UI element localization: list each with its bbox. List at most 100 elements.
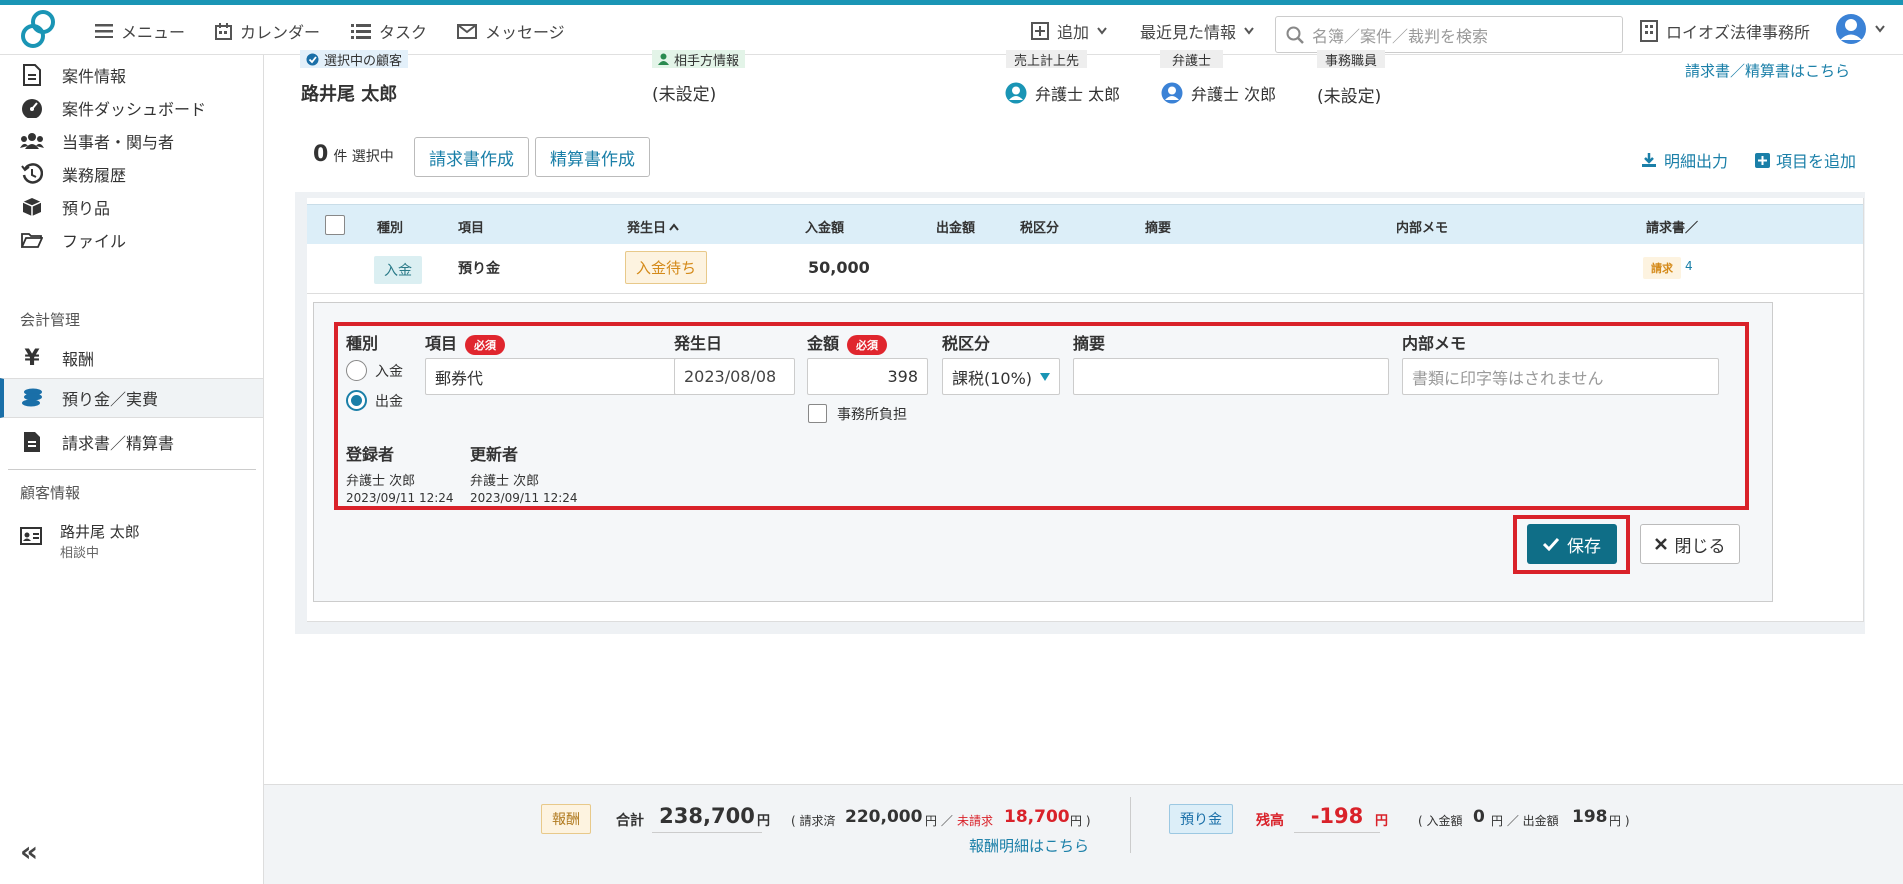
col-item[interactable]: 項目: [458, 217, 484, 236]
unbilled-suffix: 円 ): [1070, 814, 1091, 828]
app-logo[interactable]: [18, 9, 58, 49]
col-expense[interactable]: 出金額: [936, 217, 975, 236]
col-type[interactable]: 種別: [377, 217, 403, 236]
updater-label: 更新者: [470, 445, 519, 464]
office-burden-checkbox[interactable]: [808, 404, 827, 423]
updater-time: 2023/09/11 12:24: [470, 491, 578, 505]
date-label: 発生日: [674, 334, 723, 353]
highlight-box-form: [334, 322, 1749, 510]
create-invoice-button[interactable]: 請求書作成: [414, 137, 529, 177]
menu-button[interactable]: メニュー: [95, 19, 185, 43]
select-all-checkbox[interactable]: [325, 215, 345, 235]
balance-yen: 円: [1375, 814, 1389, 829]
date-input[interactable]: 2023/08/08: [674, 358, 795, 395]
selected-client-tag: 選択中の顧客: [300, 50, 409, 69]
expense-total-label: 円 ／ 出金額: [1491, 814, 1559, 828]
folder-icon: [20, 232, 44, 248]
plus-square-icon: [1755, 152, 1770, 168]
box-icon: [20, 197, 44, 217]
table-row[interactable]: 入金 預り金 入金待ち 50,000 請求 4: [307, 244, 1864, 294]
recent-menu-button[interactable]: 最近見た情報: [1140, 19, 1254, 43]
amount-input[interactable]: 398: [807, 358, 928, 395]
fee-badge: 報酬: [541, 804, 591, 834]
col-date[interactable]: 発生日: [627, 217, 679, 236]
add-menu-button[interactable]: 追加: [1031, 19, 1107, 43]
check-icon: [1543, 537, 1559, 551]
plus-square-icon: [1031, 22, 1049, 40]
export-details-button[interactable]: 明細出力: [1641, 148, 1728, 172]
message-button[interactable]: メッセージ: [457, 19, 565, 43]
sidebar-item-label: 請求書／精算書: [62, 434, 175, 453]
selection-count: 0 件 選択中: [313, 142, 394, 167]
yen-icon: ¥: [24, 345, 40, 371]
registrant-time: 2023/09/11 12:24: [346, 491, 454, 505]
opponent-value: (未設定): [652, 85, 717, 105]
collapse-sidebar-button[interactable]: «: [20, 835, 38, 868]
item-input[interactable]: 郵券代: [425, 358, 694, 395]
expense-total-suffix: 円 ): [1609, 814, 1630, 828]
opponent-label: 相手方情報: [674, 53, 740, 69]
invoice-number[interactable]: 4: [1685, 259, 1693, 273]
firm-selector[interactable]: ロイオズ法律事務所: [1640, 19, 1810, 43]
sales-person: 弁護士 太郎: [1035, 85, 1121, 104]
registrant-name: 弁護士 次郎: [346, 474, 416, 489]
selected-client-label: 選択中の顧客: [324, 53, 403, 69]
calendar-label: カレンダー: [240, 23, 321, 42]
tax-select-value: 課税(10%): [952, 368, 1033, 388]
create-settlement-button[interactable]: 精算書作成: [535, 137, 650, 177]
amount-label-text: 金額: [807, 334, 840, 353]
table-right-border: [1863, 198, 1864, 622]
avatar: [1005, 82, 1027, 104]
sidebar-item-invoices[interactable]: 請求書／精算書: [0, 422, 263, 462]
invoice-settlement-link[interactable]: 請求書／精算書はこちら: [1685, 60, 1850, 81]
document-icon: [20, 64, 44, 86]
calendar-button[interactable]: カレンダー: [215, 19, 320, 43]
export-label: 明細出力: [1664, 152, 1729, 171]
fee-total-value: 238,700: [652, 799, 762, 833]
col-memo[interactable]: 内部メモ: [1396, 217, 1448, 236]
table-header: 種別 項目 発生日 入金額 出金額 税区分 摘要 内部メモ 請求書／: [307, 204, 1864, 244]
client-status: 相談中: [60, 546, 100, 561]
sidebar-item-deposit-expenses[interactable]: 預り金／実費: [0, 378, 263, 418]
fee-details-link[interactable]: 報酬明細はこちら: [969, 835, 1089, 856]
sidebar-item-fees[interactable]: ¥ 報酬: [0, 338, 263, 378]
registrant-label: 登録者: [346, 445, 395, 464]
summary-input[interactable]: [1073, 358, 1389, 395]
accounting-section-header: 会計管理: [20, 311, 81, 329]
add-item-button[interactable]: 項目を追加: [1755, 148, 1856, 172]
item-label-text: 項目: [425, 334, 458, 353]
fee-total-label: 合計: [616, 813, 644, 829]
col-income[interactable]: 入金額: [805, 217, 844, 236]
close-button[interactable]: 閉じる: [1640, 524, 1740, 564]
search-input[interactable]: 名簿／案件／裁判を検索: [1275, 16, 1623, 53]
envelope-icon: [457, 23, 477, 39]
radio-income[interactable]: [346, 360, 367, 381]
sidebar-item-label: 案件情報: [62, 67, 127, 86]
tax-select[interactable]: 課税(10%): [942, 358, 1060, 395]
lawyer-value: 弁護士 次郎: [1161, 81, 1276, 105]
task-button[interactable]: タスク: [351, 19, 427, 43]
caret-down-icon: [1040, 372, 1050, 381]
billed-suffix: 円 ／: [925, 814, 953, 828]
col-tax[interactable]: 税区分: [1020, 217, 1059, 236]
sidebar-item-files[interactable]: ファイル: [0, 220, 263, 260]
radio-expense[interactable]: [346, 390, 367, 411]
required-badge: 必須: [465, 334, 506, 355]
income-cell: 50,000: [808, 258, 870, 277]
amount-label: 金額 必須: [807, 330, 888, 355]
menu-label: メニュー: [121, 23, 186, 42]
sidebar-item-label: 案件ダッシュボード: [62, 100, 207, 119]
memo-input[interactable]: 書類に印字等はされません: [1402, 358, 1719, 395]
invoice-chip: 請求: [1643, 257, 1681, 279]
col-summary[interactable]: 摘要: [1145, 217, 1171, 236]
sidebar-client-item[interactable]: 路井尾 太郎 相談中: [20, 521, 140, 561]
user-menu[interactable]: [1835, 13, 1885, 45]
sidebar-item-label: 業務履歴: [62, 166, 127, 185]
history-icon: [20, 163, 44, 185]
sidebar-divider: [8, 469, 256, 470]
client-name-heading: 路井尾 太郎: [301, 84, 398, 105]
save-button[interactable]: 保存: [1527, 524, 1617, 564]
col-invoice[interactable]: 請求書／: [1646, 217, 1701, 236]
summary-footer: 報酬 合計 238,700 円 ( 請求済 220,000 円 ／ 未請求 18…: [264, 784, 1903, 884]
user-icon: [658, 53, 669, 65]
